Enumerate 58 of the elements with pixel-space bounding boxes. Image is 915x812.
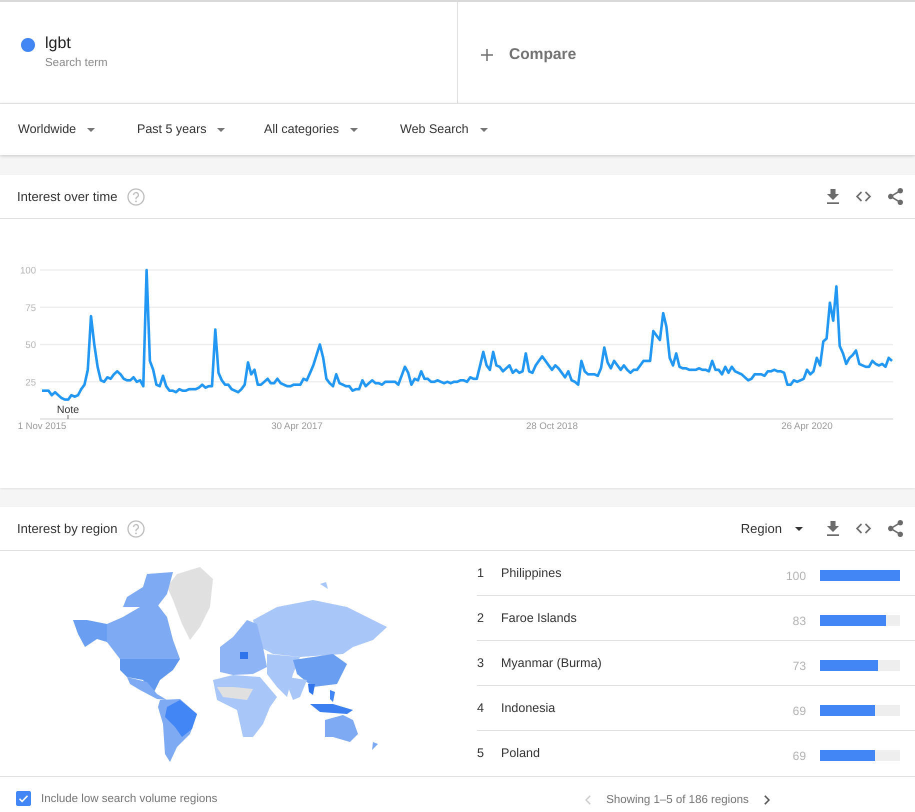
share-icon[interactable] — [888, 520, 903, 537]
checkbox[interactable] — [16, 791, 31, 806]
region-name: Myanmar (Burma) — [501, 654, 603, 672]
download-icon[interactable] — [827, 521, 839, 536]
caret-icon — [480, 128, 488, 132]
region-row[interactable]: 1 Philippines 100 — [477, 551, 915, 596]
region-name: Indonesia — [501, 700, 556, 717]
compare-button[interactable]: Compare — [481, 38, 576, 66]
search-term-caption: Search term — [45, 56, 108, 71]
plus-icon — [481, 48, 493, 60]
filter-dropdown[interactable]: Worldwide — [18, 120, 96, 139]
x-axis-label: 26 Apr 2020 — [781, 421, 833, 432]
region-row[interactable]: 2 Faroe Islands 83 — [477, 596, 915, 641]
section-title: Interest over time — [17, 188, 118, 206]
caret-icon — [217, 128, 226, 132]
filter-dropdown[interactable]: All categories — [264, 120, 358, 139]
embed-icon[interactable] — [856, 191, 871, 202]
pagination-text: Showing 1–5 of 186 regions — [606, 793, 749, 808]
filter-dropdown[interactable]: Past 5 years — [137, 120, 226, 139]
region-row[interactable]: 5 Poland 69 — [477, 731, 915, 775]
region-value: 100 — [784, 568, 806, 584]
region-row[interactable]: 3 Myanmar (Burma) 73 — [477, 641, 915, 686]
chevron-left-icon — [585, 795, 592, 805]
rank-number: 1 — [477, 564, 485, 582]
y-axis-label: 75 — [25, 302, 36, 314]
resolution-dropdown[interactable]: Region — [740, 518, 803, 538]
rank-number: 2 — [477, 610, 485, 627]
section-title: Interest by region — [17, 520, 118, 538]
x-axis-label: 1 Nov 2015 — [18, 421, 66, 432]
rank-number: 5 — [477, 744, 485, 762]
search-term[interactable]: lgbt — [45, 34, 108, 54]
y-axis-label: 100 — [20, 266, 36, 276]
embed-icon[interactable] — [856, 523, 871, 534]
note-label[interactable]: Note — [56, 404, 80, 416]
y-axis-label: 50 — [25, 340, 36, 351]
next-page-button[interactable] — [764, 795, 770, 805]
rank-number: 4 — [477, 700, 485, 717]
region-value: 69 — [792, 702, 806, 720]
region-name: Philippines — [501, 564, 562, 582]
region-name: Poland — [501, 744, 541, 762]
x-axis-label: 28 Oct 2018 — [526, 421, 578, 432]
world-map-drawing[interactable] — [73, 566, 387, 762]
chevron-right-icon — [764, 795, 770, 805]
filter-dropdown[interactable]: Web Search — [400, 120, 488, 139]
region-value: 83 — [792, 612, 806, 630]
share-icon[interactable] — [888, 188, 903, 205]
rank-number: 3 — [477, 654, 485, 672]
caret-icon — [87, 128, 96, 132]
checkbox-label: Include low search volume regions — [41, 792, 218, 807]
region-name: Faroe Islands — [501, 610, 578, 627]
y-axis-label: 25 — [25, 377, 36, 388]
region-value: 69 — [792, 748, 806, 764]
x-axis-label: 30 Apr 2017 — [271, 421, 323, 432]
caret-icon — [795, 526, 803, 530]
region-row[interactable]: 4 Indonesia 69 — [477, 686, 915, 731]
region-value: 73 — [792, 658, 806, 674]
caret-icon — [350, 128, 358, 132]
download-icon[interactable] — [827, 189, 839, 204]
